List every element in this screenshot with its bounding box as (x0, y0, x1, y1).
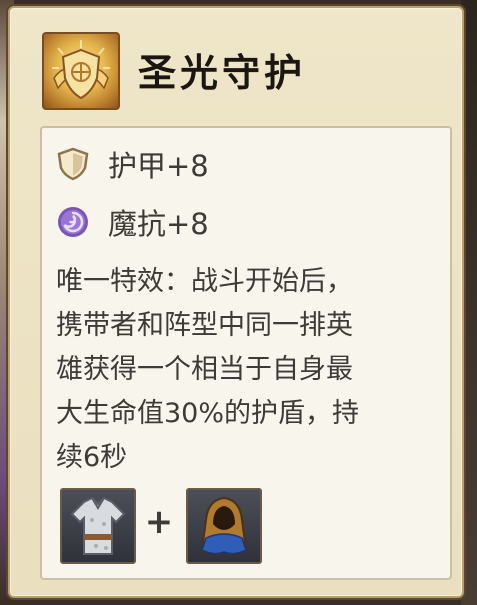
item-tooltip: 圣光守护 护甲+8 魔抗+8 唯一特效：战斗开始后， 携带者和阵型中同一排英 雄… (8, 6, 464, 598)
item-title: 圣光守护 (138, 51, 307, 95)
magic-resist-swirl-icon (58, 207, 88, 237)
cloth-tunic-icon (70, 496, 126, 555)
recipe-component-cloak[interactable] (186, 488, 262, 564)
tooltip-header: 圣光守护 (10, 8, 462, 124)
recipe-plus-sign: + (144, 502, 174, 542)
armor-shield-icon (57, 147, 89, 181)
holy-shield-emblem-icon (42, 32, 120, 110)
recipe-component-tunic[interactable] (60, 488, 136, 564)
recipe-row: + (54, 488, 354, 564)
stat-magic-resist-label: 魔抗+8 (108, 207, 209, 241)
stat-armor: 护甲+8 (56, 142, 209, 186)
stat-magic-resist: 魔抗+8 (56, 200, 209, 244)
item-details-panel: 护甲+8 魔抗+8 唯一特效：战斗开始后， 携带者和阵型中同一排英 雄获得一个相… (40, 126, 452, 580)
item-description: 唯一特效：战斗开始后， 携带者和阵型中同一排英 雄获得一个相当于自身最 大生命值… (56, 266, 360, 473)
stat-armor-label: 护甲+8 (108, 149, 209, 183)
hooded-cloak-icon (200, 496, 248, 555)
